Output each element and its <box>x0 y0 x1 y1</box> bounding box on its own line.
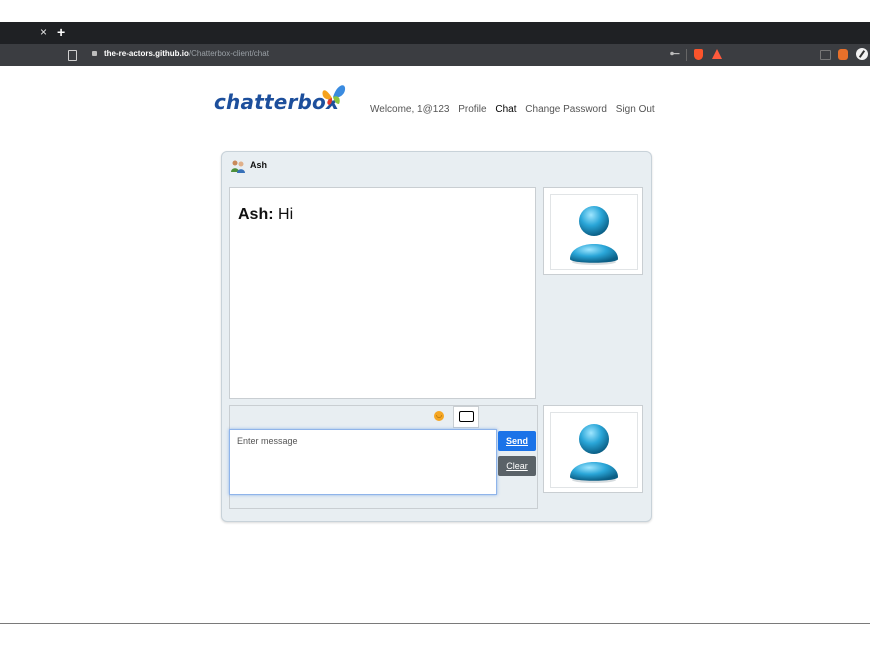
compose-area: ◡ Send Clear <box>229 405 538 509</box>
clear-button[interactable]: Clear <box>498 456 536 476</box>
nav-change-password-link[interactable]: Change Password <box>525 104 607 115</box>
color-picker-button[interactable] <box>453 406 479 428</box>
extension-icon[interactable] <box>838 49 848 60</box>
page-divider <box>0 623 870 624</box>
message-sender: Ash: <box>238 206 274 223</box>
color-swatch <box>459 411 474 422</box>
chat-message: Ash: Hi <box>238 206 293 224</box>
contact-name: Ash <box>250 160 268 170</box>
emoji-picker-icon[interactable]: ◡ <box>434 411 444 421</box>
message-history[interactable]: Ash: Hi <box>229 187 536 399</box>
user-group-icon <box>231 160 245 173</box>
contact-avatar-frame <box>543 187 643 275</box>
extension-icon[interactable] <box>856 48 868 60</box>
chat-panel: Ash Ash: Hi ◡ Send Clear <box>221 151 652 522</box>
contact-avatar <box>550 194 638 270</box>
reader-mode-icon[interactable] <box>820 50 831 60</box>
rewards-icon[interactable] <box>712 49 722 59</box>
url-text[interactable]: the-re-actors.github.io/Chatterbox-clien… <box>104 49 269 58</box>
user-avatar-icon <box>570 206 618 265</box>
send-button[interactable]: Send <box>498 431 536 451</box>
self-avatar <box>550 412 638 488</box>
bookmark-icon[interactable] <box>68 50 77 61</box>
tab-close-button[interactable]: × <box>40 25 47 39</box>
top-nav: Welcome, 1@123 Profile Chat Change Passw… <box>370 104 661 115</box>
butterfly-logo-icon <box>322 85 346 105</box>
key-icon[interactable] <box>670 51 680 56</box>
nav-sign-out-link[interactable]: Sign Out <box>616 104 655 115</box>
url-host: the-re-actors.github.io <box>104 49 189 58</box>
url-path: /Chatterbox-client/chat <box>188 49 269 58</box>
welcome-text: Welcome, 1@123 <box>370 104 450 115</box>
self-avatar-frame <box>543 405 643 493</box>
new-tab-button[interactable]: + <box>57 24 65 40</box>
separator <box>686 49 687 61</box>
browser-tab-bar: × + <box>0 22 870 44</box>
nav-chat-link[interactable]: Chat <box>495 104 516 115</box>
brave-shield-icon[interactable] <box>694 49 703 60</box>
address-bar[interactable]: the-re-actors.github.io/Chatterbox-clien… <box>0 44 870 66</box>
message-input[interactable] <box>229 429 497 495</box>
message-text: Hi <box>278 206 294 223</box>
lock-icon[interactable] <box>92 51 97 56</box>
nav-profile-link[interactable]: Profile <box>458 104 486 115</box>
user-avatar-icon <box>570 424 618 483</box>
